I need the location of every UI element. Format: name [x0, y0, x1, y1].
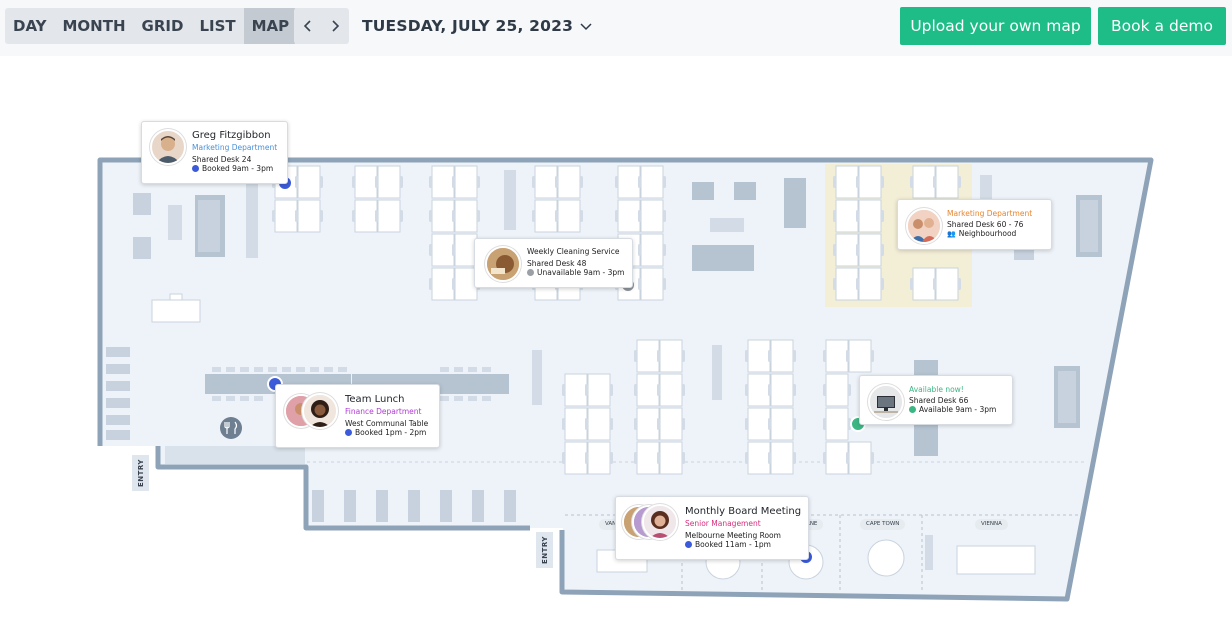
avatar [485, 246, 521, 282]
booking-card-board[interactable]: Monthly Board Meeting Senior Management … [615, 496, 809, 560]
booking-name: Team Lunch [345, 394, 405, 405]
booking-desk: Shared Desk 66 [909, 396, 969, 405]
date-picker-button[interactable]: TUESDAY, JULY 25, 2023 [362, 8, 593, 44]
booking-desk: West Communal Table [345, 419, 429, 428]
view-tabs: DAY MONTH GRID LIST MAP [5, 8, 298, 44]
neighbourhood-department: Marketing Department [947, 209, 1033, 218]
tab-map[interactable]: MAP [243, 8, 298, 44]
entry-label: ENTRY [536, 532, 553, 568]
booking-card-lunch[interactable]: Team Lunch Finance Department West Commu… [275, 384, 440, 448]
avatar [302, 393, 338, 429]
tab-day[interactable]: DAY [5, 8, 55, 44]
booking-card-greg[interactable]: Greg Fitzgibbon Marketing Department Sha… [141, 121, 288, 184]
booking-card-cleaning[interactable]: Weekly Cleaning Service Shared Desk 48 U… [474, 238, 633, 288]
date-nav [294, 8, 349, 44]
booking-status: Booked 11am - 1pm [695, 540, 771, 549]
availability-heading: Available now! [909, 385, 964, 394]
booking-status: Booked 9am - 3pm [202, 164, 274, 173]
available-status-icon [909, 406, 916, 413]
booking-department: Marketing Department [192, 143, 278, 152]
entry-label: ENTRY [132, 455, 149, 491]
book-demo-button[interactable]: Book a demo [1098, 7, 1226, 45]
booking-status: Available 9am - 3pm [919, 405, 997, 414]
booking-name: Weekly Cleaning Service [527, 247, 620, 256]
desk-cluster-f [561, 373, 614, 475]
booking-desk: Melbourne Meeting Room [685, 531, 781, 540]
avatar [642, 504, 678, 540]
availability-card-desk66[interactable]: Available now! Shared Desk 66 Available … [859, 375, 1013, 425]
booking-desk: Shared Desk 48 [527, 259, 587, 268]
toolbar: DAY MONTH GRID LIST MAP TUESDAY, JULY 25… [0, 0, 1232, 56]
tab-month[interactable]: MONTH [55, 8, 134, 44]
upload-map-button[interactable]: Upload your own map [900, 7, 1091, 45]
chevron-down-icon [580, 23, 592, 31]
unavailable-status-icon [527, 269, 534, 276]
avatar [868, 384, 904, 420]
people-icon: 👥 [947, 229, 956, 238]
booking-department: Finance Department [345, 407, 422, 416]
avatar [906, 208, 942, 244]
avatar [150, 129, 186, 165]
restaurant-icon [220, 417, 242, 439]
room-label: VIENNA [975, 519, 1008, 530]
chevron-right-icon [332, 20, 340, 32]
date-label: TUESDAY, JULY 25, 2023 [362, 17, 574, 35]
booked-status-icon [192, 165, 199, 172]
booked-status-icon [685, 541, 692, 548]
neighbourhood-status: Neighbourhood [958, 229, 1017, 238]
booking-name: Monthly Board Meeting [685, 506, 802, 517]
booking-department: Senior Management [685, 519, 761, 528]
booking-name: Greg Fitzgibbon [192, 130, 271, 141]
tab-list[interactable]: LIST [191, 8, 243, 44]
booking-status: Unavailable 9am - 3pm [537, 268, 625, 277]
room-label: CAPE TOWN [860, 519, 906, 530]
neighbourhood-card-marketing[interactable]: Marketing Department Shared Desk 60 - 76… [897, 199, 1052, 250]
chevron-left-icon [303, 20, 311, 32]
booking-desk: Shared Desk 24 [192, 155, 252, 164]
tab-grid[interactable]: GRID [134, 8, 192, 44]
booked-status-icon [345, 429, 352, 436]
neighbourhood-desks: Shared Desk 60 - 76 [947, 220, 1024, 229]
prev-date-button[interactable] [294, 8, 322, 44]
booking-status: Booked 1pm - 2pm [355, 428, 427, 437]
next-date-button[interactable] [322, 8, 350, 44]
